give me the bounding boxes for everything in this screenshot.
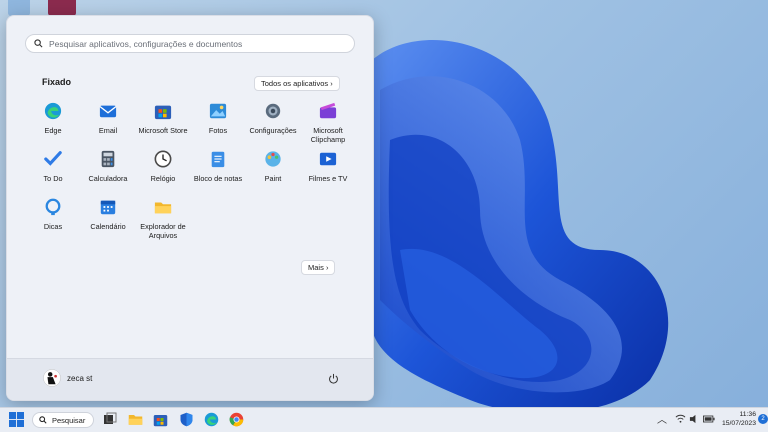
chrome-icon[interactable] <box>229 412 244 427</box>
app-label: To Do <box>43 174 63 183</box>
movies-tv-icon <box>319 152 337 166</box>
app-label: Explorador de Arquivos <box>140 222 186 240</box>
app-filmes-e-tv[interactable]: Filmes e TV <box>300 150 356 183</box>
user-account-button[interactable]: zeca st <box>43 369 92 387</box>
security-shield-icon[interactable] <box>179 412 194 427</box>
file-explorer-icon <box>154 202 172 214</box>
app-todo[interactable]: To Do <box>25 150 81 183</box>
settings-gear-icon <box>265 103 281 119</box>
clock-icon <box>154 150 172 168</box>
more-label: Mais <box>308 263 324 272</box>
chevron-up-icon[interactable]: ︿ <box>657 411 667 426</box>
store-icon <box>154 105 172 120</box>
volume-icon[interactable] <box>689 414 700 424</box>
app-label: Paint <box>264 174 282 183</box>
edge-icon[interactable] <box>204 412 219 427</box>
app-dicas[interactable]: Dicas <box>25 198 81 231</box>
photos-icon <box>209 103 227 119</box>
search-icon <box>34 39 43 48</box>
app-label: Microsoft Store <box>138 126 188 135</box>
app-email[interactable]: Email <box>80 102 136 135</box>
app-configuracoes[interactable]: Configurações <box>245 102 301 135</box>
search-placeholder: Pesquisar aplicativos, configurações e d… <box>49 38 243 49</box>
windows-start-icon[interactable] <box>9 412 24 427</box>
taskbar-search-button[interactable]: Pesquisar <box>32 412 94 428</box>
app-microsoft-store[interactable]: Microsoft Store <box>135 102 191 135</box>
tips-icon <box>45 198 61 216</box>
avatar <box>43 369 61 387</box>
app-label: Filmes e TV <box>308 174 348 183</box>
start-search-input[interactable]: Pesquisar aplicativos, configurações e d… <box>25 34 355 53</box>
app-label: Edge <box>44 126 62 135</box>
app-label: Email <box>98 126 118 135</box>
app-fotos[interactable]: Fotos <box>190 102 246 135</box>
search-icon <box>39 416 47 424</box>
app-label: Calendário <box>90 222 126 231</box>
app-label: Dicas <box>43 222 63 231</box>
mail-icon <box>99 105 117 118</box>
app-label: Relógio <box>150 174 176 183</box>
app-clipchamp[interactable]: Microsoft Clipchamp <box>300 102 356 144</box>
wifi-icon[interactable] <box>675 414 686 424</box>
chevron-right-icon: › <box>325 263 329 272</box>
power-icon[interactable] <box>328 373 339 384</box>
notepad-icon <box>211 151 225 168</box>
all-apps-label: Todos os aplicativos <box>261 79 329 88</box>
taskbar: Pesquisar ︿ 11:36 15/07/2023 2 <box>0 407 768 432</box>
paint-icon <box>265 151 281 167</box>
date-text: 15/07/2023 <box>721 420 756 427</box>
store-icon[interactable] <box>153 412 168 427</box>
app-paint[interactable]: Paint <box>245 150 301 183</box>
chevron-right-icon: › <box>330 79 333 88</box>
task-view-icon[interactable] <box>103 412 117 426</box>
file-explorer-icon[interactable] <box>128 412 143 427</box>
app-label: Microsoft Clipchamp <box>310 126 346 144</box>
time-text: 11:36 <box>739 411 756 418</box>
clipchamp-icon <box>319 102 337 119</box>
winrar-icon[interactable] <box>48 0 76 16</box>
start-menu: Pesquisar aplicativos, configurações e d… <box>6 15 374 401</box>
app-calculadora[interactable]: Calculadora <box>80 150 136 183</box>
clock[interactable]: 11:36 15/07/2023 <box>722 410 756 428</box>
app-relogio[interactable]: Relógio <box>135 150 191 183</box>
edge-icon <box>44 102 62 120</box>
all-apps-button[interactable]: Todos os aplicativos › <box>254 76 340 91</box>
app-label: Fotos <box>208 126 228 135</box>
calendar-icon <box>100 200 116 215</box>
user-name: zeca st <box>67 373 93 383</box>
start-footer: zeca st <box>7 358 373 400</box>
app-explorador-de-arquivos[interactable]: Explorador de Arquivos <box>135 198 191 240</box>
calculator-icon <box>101 150 115 168</box>
app-edge[interactable]: Edge <box>25 102 81 135</box>
taskbar-search-label: Pesquisar <box>52 415 86 425</box>
app-bloco-de-notas[interactable]: Bloco de notas <box>190 150 246 183</box>
notification-badge[interactable]: 2 <box>758 414 768 424</box>
pinned-title: Fixado <box>42 77 72 87</box>
app-label: Calculadora <box>88 174 128 183</box>
app-label: Bloco de notas <box>193 174 243 183</box>
battery-icon[interactable] <box>703 414 715 424</box>
app-label: Configurações <box>249 126 297 135</box>
recycle-bin-icon[interactable] <box>8 0 30 16</box>
app-calendario[interactable]: Calendário <box>80 198 136 231</box>
todo-check-icon <box>44 151 62 166</box>
more-button[interactable]: Mais › <box>301 260 336 275</box>
